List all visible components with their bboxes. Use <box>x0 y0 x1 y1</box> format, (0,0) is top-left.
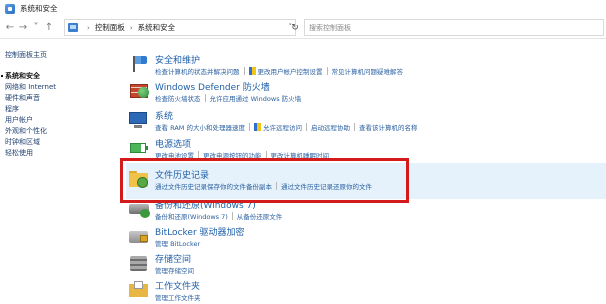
sidebar-item-user-accounts[interactable]: 用户帐户 <box>5 115 115 126</box>
sidebar-item-hardware-sound[interactable]: 硬件和声音 <box>5 93 115 104</box>
control-panel-icon <box>5 3 15 14</box>
category-links: 管理 BitLocker <box>155 238 204 248</box>
link-divider <box>248 123 250 131</box>
category-title[interactable]: 电源选项 <box>155 137 191 150</box>
work-folders-icon <box>128 280 150 298</box>
system-icon <box>128 110 150 128</box>
annotation-highlight-box <box>120 158 409 203</box>
sidebar-item-system-security[interactable]: 系统和安全 <box>1 71 115 82</box>
window-title: 系统和安全 <box>20 4 58 13</box>
category-links: 备份和还原(Windows 7) 从备份还原文件 <box>155 211 286 221</box>
link-divider <box>305 123 307 131</box>
task-link[interactable]: 常见计算机问题疑难解答 <box>332 66 404 76</box>
sidebar: 控制面板主页 系统和安全 网络和 Internet 硬件和声音 程序 用户帐户 … <box>1 50 115 159</box>
link-divider <box>326 67 328 75</box>
category-links: 管理存储空间 <box>155 265 198 275</box>
back-button[interactable]: ← <box>4 20 16 36</box>
main-content: 安全和维护 检查计算机的状态并解决问题 更改用户帐户控制设置 常见计算机问题疑难… <box>126 0 606 304</box>
storage-icon <box>128 253 150 271</box>
task-link[interactable]: 从备份还原文件 <box>237 211 283 221</box>
uac-shield-icon <box>248 67 256 75</box>
recent-locations-button[interactable]: ˅ <box>30 20 42 36</box>
forward-button[interactable]: → <box>17 20 29 36</box>
uac-shield-icon <box>253 123 261 131</box>
breadcrumb-separator: › <box>87 23 90 32</box>
sidebar-item-clock-region[interactable]: 时钟和区域 <box>5 137 115 148</box>
control-panel-icon <box>68 23 78 32</box>
sidebar-item-ease-of-access[interactable]: 轻松使用 <box>5 148 115 159</box>
up-button[interactable]: ↑ <box>43 20 55 36</box>
category-title[interactable]: BitLocker 驱动器加密 <box>155 225 245 238</box>
task-link[interactable]: 允许远程访问 <box>263 122 302 132</box>
task-link[interactable]: 备份和还原(Windows 7) <box>155 211 228 221</box>
firewall-icon <box>128 81 150 99</box>
battery-icon <box>128 138 150 156</box>
task-link[interactable]: 更改用户帐户控制设置 <box>258 66 323 76</box>
category-title[interactable]: 系统 <box>155 109 173 122</box>
task-link[interactable]: 启动远程协助 <box>311 122 350 132</box>
task-link[interactable]: 检查防火墙状态 <box>155 93 201 103</box>
link-divider <box>243 67 245 75</box>
task-link[interactable]: 管理 BitLocker <box>155 238 200 248</box>
task-link[interactable]: 管理存储空间 <box>155 265 194 275</box>
sidebar-home-link[interactable]: 控制面板主页 <box>5 50 115 61</box>
sidebar-item-network[interactable]: 网络和 Internet <box>5 82 115 93</box>
category-links: 管理工作文件夹 <box>155 292 205 302</box>
sidebar-item-programs[interactable]: 程序 <box>5 104 115 115</box>
flag-icon <box>128 54 150 72</box>
link-divider <box>353 123 355 131</box>
breadcrumb-control-panel[interactable]: 控制面板 <box>95 22 125 33</box>
category-links: 检查防火墙状态 允许应用通过 Windows 防火墙 <box>155 93 305 103</box>
category-title[interactable]: 存储空间 <box>155 252 191 265</box>
link-divider <box>231 212 233 220</box>
category-links: 查看 RAM 的大小和处理器速度 允许远程访问 启动远程协助 查看该计算机的名称 <box>155 122 421 132</box>
task-link[interactable]: 查看 RAM 的大小和处理器速度 <box>155 122 245 132</box>
task-link[interactable]: 管理工作文件夹 <box>155 292 201 302</box>
category-title[interactable]: Windows Defender 防火墙 <box>155 80 270 93</box>
task-link[interactable]: 允许应用通过 Windows 防火墙 <box>210 93 302 103</box>
category-title[interactable]: 工作文件夹 <box>155 279 200 292</box>
task-link[interactable]: 检查计算机的状态并解决问题 <box>155 66 240 76</box>
bitlocker-icon <box>128 226 150 244</box>
link-divider <box>204 94 206 102</box>
task-link[interactable]: 查看该计算机的名称 <box>359 122 418 132</box>
category-title[interactable]: 安全和维护 <box>155 53 200 66</box>
sidebar-item-appearance[interactable]: 外观和个性化 <box>5 126 115 137</box>
category-links: 检查计算机的状态并解决问题 更改用户帐户控制设置 常见计算机问题疑难解答 <box>155 66 407 76</box>
